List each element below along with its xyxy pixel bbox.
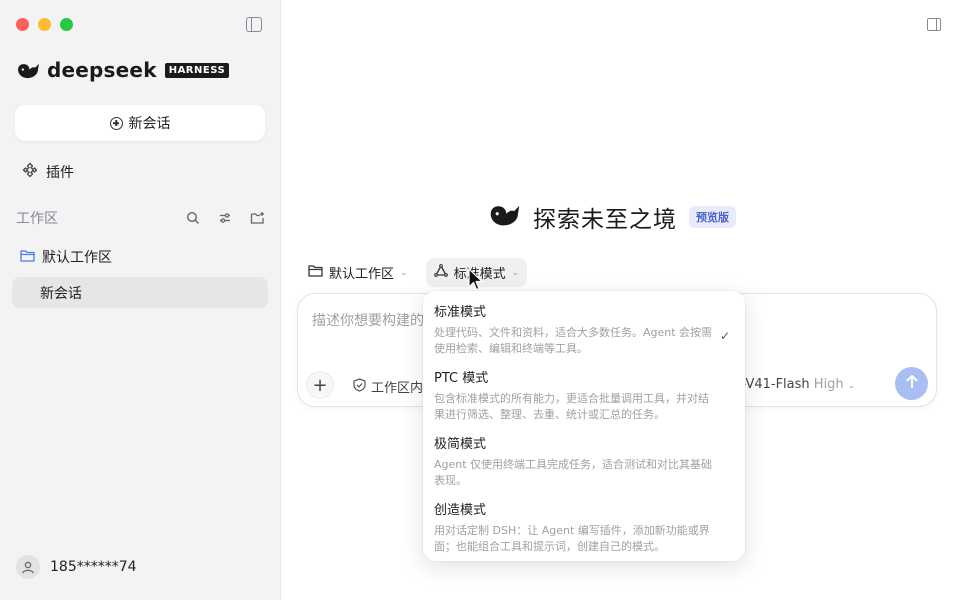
workspace-item-default[interactable]: 默认工作区 (20, 247, 112, 267)
workspace-selector[interactable]: 默认工作区 ⌄ (300, 258, 416, 287)
brand-logo: deepseek HARNESS (16, 58, 230, 82)
sidebar: deepseek HARNESS 新会话 插件 工作区 默认工作区 新会话 18… (0, 0, 281, 600)
plus-circle-icon (109, 116, 123, 130)
folder-icon (20, 249, 35, 266)
chevron-down-icon: ⌄ (847, 381, 856, 391)
search-icon[interactable] (184, 209, 202, 227)
shield-icon (353, 377, 366, 396)
model-effort: High (813, 377, 844, 392)
chevron-down-icon: ⌄ (400, 267, 408, 278)
new-chat-button[interactable]: 新会话 (15, 105, 265, 141)
mode-option-desc: 包含标准模式的所有能力，更适合批量调用工具，并对结果进行筛选、整理、去重、统计或… (434, 392, 709, 421)
plugins-nav-item[interactable]: 插件 (22, 162, 74, 182)
mode-option-creative[interactable]: 创造模式 用对话定制 DSH：让 Agent 编写插件，添加新功能或界面；也能组… (434, 499, 734, 555)
sidebar-toggle-icon[interactable] (246, 17, 262, 32)
user-name: 185******74 (50, 559, 137, 575)
mode-option-desc: 处理代码、文件和资料，适合大多数任务。Agent 会按需使用检索、编辑和终端等工… (434, 326, 713, 355)
window-controls (16, 18, 73, 31)
mode-option-title: 极简模式 (434, 437, 487, 452)
new-folder-icon[interactable] (248, 209, 266, 227)
whale-logo-icon (16, 61, 41, 80)
hero: 探索未至之境 预览版 (487, 200, 736, 234)
composer-selectors: 默认工作区 ⌄ 标准模式 ⌄ (300, 258, 528, 287)
folder-icon (308, 264, 323, 281)
arrow-up-icon (905, 374, 919, 394)
new-chat-label: 新会话 (128, 116, 171, 132)
user-profile[interactable]: 185******74 (16, 555, 137, 579)
mode-option-title: 标准模式 (434, 305, 487, 320)
filter-sliders-icon[interactable] (216, 209, 234, 227)
harness-badge: HARNESS (164, 62, 230, 78)
mode-option-minimal[interactable]: 极简模式 Agent 仅使用终端工具完成任务，适合测试和对比其基础表现。 (434, 433, 734, 489)
plugins-label: 插件 (46, 165, 74, 181)
workspace-item-label: 默认工作区 (42, 250, 112, 266)
brand-name: deepseek (47, 58, 157, 82)
scope-selector[interactable]: 工作区内 (353, 377, 423, 396)
model-name: k-V41-Flash (734, 377, 810, 392)
checkmark-icon: ✓ (719, 329, 730, 343)
mode-option-desc: 用对话定制 DSH：让 Agent 编写插件，添加新功能或界面；也能组合工具和提… (434, 524, 710, 553)
mode-option-title: 创造模式 (434, 503, 487, 518)
whale-logo-icon (487, 202, 523, 232)
workspace-header: 工作区 (16, 208, 266, 228)
maximize-window-button[interactable] (60, 18, 73, 31)
mode-icon (433, 263, 448, 282)
mouse-cursor-icon (468, 268, 484, 296)
mode-option-standard[interactable]: 标准模式 处理代码、文件和资料，适合大多数任务。Agent 会按需使用检索、编辑… (434, 301, 734, 357)
minimize-window-button[interactable] (38, 18, 51, 31)
model-selector[interactable]: k-V41-Flash High ⌄ (734, 377, 855, 392)
workspace-section-title: 工作区 (16, 211, 58, 227)
mode-option-title: PTC 模式 (434, 371, 489, 386)
prompt-input[interactable]: 描述你想要构建的 (312, 310, 424, 330)
mode-option-desc: Agent 仅使用终端工具完成任务，适合测试和对比其基础表现。 (434, 458, 713, 487)
scope-label: 工作区内 (371, 381, 424, 396)
workspace-selector-label: 默认工作区 (329, 267, 395, 282)
add-attachment-button[interactable]: + (306, 371, 334, 399)
user-avatar-icon (16, 555, 40, 579)
hero-title: 探索未至之境 (533, 207, 677, 233)
session-item-active[interactable]: 新会话 (12, 277, 268, 308)
panel-toggle-icon[interactable] (927, 18, 941, 31)
mode-option-ptc[interactable]: PTC 模式 包含标准模式的所有能力，更适合批量调用工具，并对结果进行筛选、整理… (434, 367, 734, 423)
mode-dropdown-menu: 标准模式 处理代码、文件和资料，适合大多数任务。Agent 会按需使用检索、编辑… (423, 291, 745, 561)
send-button[interactable] (895, 367, 928, 400)
chevron-down-icon: ⌄ (511, 267, 520, 278)
close-window-button[interactable] (16, 18, 29, 31)
preview-badge: 预览版 (689, 206, 736, 228)
plugin-icon (22, 162, 38, 182)
